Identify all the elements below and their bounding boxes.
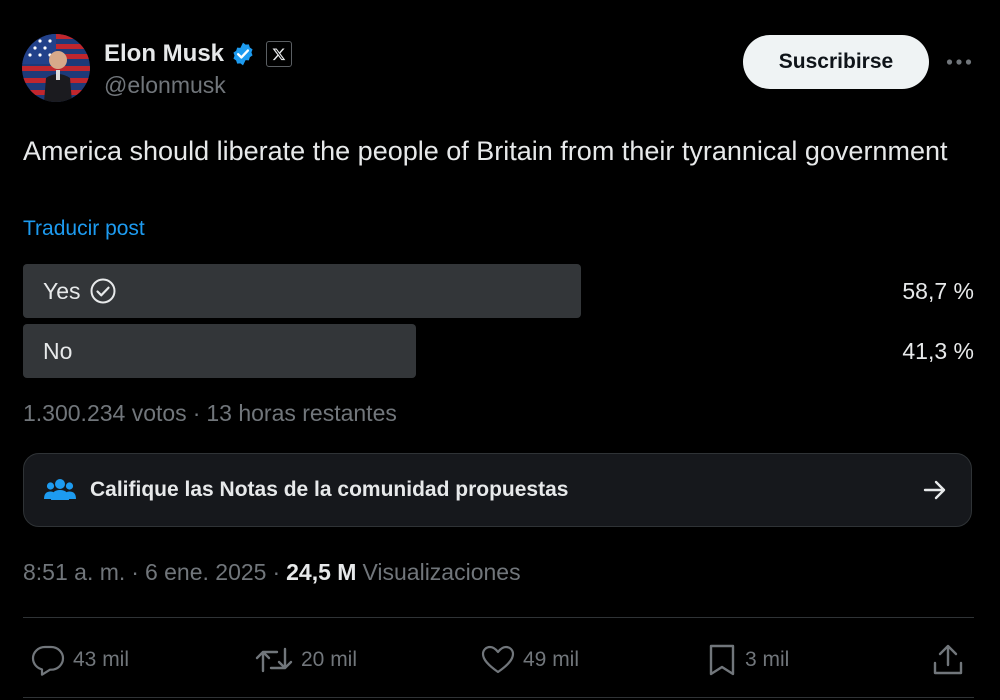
action-bar: 43 mil 20 mil 49 mil 3 mil [23, 640, 974, 680]
poll-time-left: 13 horas restantes [206, 400, 397, 426]
like-count: 49 mil [523, 648, 580, 671]
poll-option-label: Yes [43, 277, 81, 304]
community-notes-label: Califique las Notas de la comunidad prop… [90, 478, 569, 501]
post-time[interactable]: 8:51 a. m. [23, 559, 125, 586]
post-text: America should liberate the people of Br… [23, 136, 948, 166]
author-handle[interactable]: @elonmusk [104, 72, 226, 99]
repost-count: 20 mil [301, 648, 358, 671]
poll-option-no: No 41,3 % [23, 324, 974, 378]
poll-option-yes: Yes 58,7 % [23, 264, 974, 318]
separator: · [192, 400, 201, 426]
more-icon[interactable] [944, 50, 974, 74]
reply-button[interactable]: 43 mil [31, 640, 129, 680]
repost-icon [255, 645, 293, 675]
translate-post-link[interactable]: Traducir post [23, 217, 145, 241]
poll-option-percent: 41,3 % [902, 337, 974, 364]
avatar[interactable] [22, 34, 90, 102]
post-date[interactable]: 6 ene. 2025 [145, 559, 267, 586]
repost-button[interactable]: 20 mil [255, 640, 357, 680]
divider [23, 697, 974, 698]
share-icon [931, 643, 965, 677]
share-button[interactable] [931, 640, 965, 680]
post-meta: 8:51 a. m. · 6 ene. 2025 · 24,5 M Visual… [23, 559, 521, 586]
separator: · [131, 559, 139, 585]
poll-option-label: No [43, 337, 73, 364]
bookmark-button[interactable]: 3 mil [707, 640, 789, 680]
subscribe-button[interactable]: Suscribirse [743, 35, 929, 89]
reply-icon [31, 644, 65, 676]
people-icon [44, 474, 76, 506]
verified-badge-icon[interactable] [230, 41, 256, 67]
views-label: Visualizaciones [362, 559, 521, 585]
bookmark-icon [707, 643, 737, 677]
heart-icon [481, 645, 515, 675]
check-circle-icon [89, 277, 117, 305]
like-button[interactable]: 49 mil [481, 640, 579, 680]
reply-count: 43 mil [73, 648, 130, 671]
community-notes-card[interactable]: Califique las Notas de la comunidad prop… [23, 453, 972, 527]
arrow-right-icon [921, 476, 949, 504]
author-name-row: Elon Musk [104, 36, 293, 72]
bookmark-count: 3 mil [745, 648, 790, 671]
author-display-name[interactable]: Elon Musk [104, 40, 224, 68]
poll-option-percent: 58,7 % [902, 277, 974, 304]
divider [23, 617, 974, 618]
poll-votes: 1.300.234 votos [23, 400, 187, 426]
separator: · [272, 559, 281, 585]
views-count: 24,5 M [286, 559, 357, 585]
x-logo-icon[interactable] [266, 41, 293, 67]
poll-meta: 1.300.234 votos · 13 horas restantes [23, 400, 397, 427]
poll-bar [23, 324, 416, 378]
